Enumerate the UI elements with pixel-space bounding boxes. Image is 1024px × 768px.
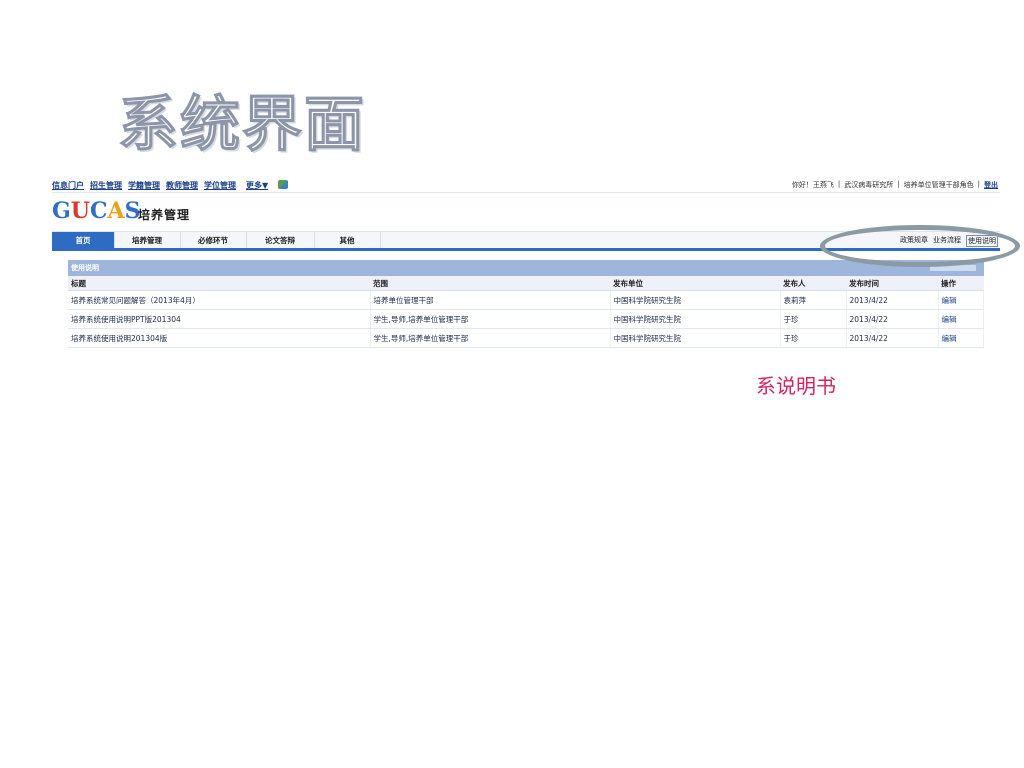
user-org: 武汉病毒研究所 (844, 181, 894, 189)
logo-subtitle: 培养管理 (138, 208, 191, 222)
divider (52, 192, 1000, 193)
gucas-logo: GUCAS (52, 198, 141, 224)
tab-required[interactable]: 必修环节 (180, 232, 247, 249)
edit-link[interactable]: 编辑 (938, 328, 984, 348)
cell-date: 2013/4/22 (846, 290, 939, 310)
highlight-ellipse (820, 225, 1020, 267)
tab-thesis[interactable]: 论文答辩 (246, 232, 315, 249)
cell-author: 于珍 (780, 309, 847, 329)
col-date: 发布时间 (846, 276, 938, 291)
cell-publisher: 中国科学院研究生院 (610, 328, 781, 348)
nav-portal[interactable]: 信息门户 (52, 180, 84, 191)
table-row: 培养系统使用说明PPT版201304 学生,导师,培养单位管理干部 中国科学院研… (68, 309, 984, 329)
col-publisher: 发布单位 (610, 276, 780, 291)
col-title: 标题 (68, 276, 370, 291)
cell-title[interactable]: 培养系统使用说明PPT版201304 (68, 309, 371, 329)
table-header-row: 标题 范围 发布单位 发布人 发布时间 操作 (68, 276, 984, 291)
tab-home[interactable]: 首页 (52, 232, 115, 249)
cell-title[interactable]: 培养系统常见问题解答（2013年4月） (68, 290, 371, 310)
table-row: 培养系统使用说明201304版 学生,导师,培养单位管理干部 中国科学院研究生院… (68, 328, 984, 348)
cell-scope: 学生,导师,培养单位管理干部 (370, 309, 611, 329)
slide-caption: 系说明书 (756, 374, 836, 398)
cell-author: 袁莉萍 (780, 290, 847, 310)
edit-link[interactable]: 编辑 (938, 290, 984, 310)
manual-table: 标题 范围 发布单位 发布人 发布时间 操作 培养系统常见问题解答（2013年4… (68, 276, 984, 348)
cell-publisher: 中国科学院研究生院 (610, 309, 781, 329)
nav-more[interactable]: 更多▼ (246, 180, 268, 191)
nav-teachers[interactable]: 教师管理 (166, 180, 198, 191)
cell-publisher: 中国科学院研究生院 (610, 290, 781, 310)
cell-date: 2013/4/22 (846, 328, 939, 348)
user-role: 培养单位管理干部角色 (903, 181, 974, 189)
greeting: 你好！王燕飞 (791, 181, 834, 189)
panel-title: 使用说明 (71, 264, 99, 272)
cell-date: 2013/4/22 (846, 309, 939, 329)
tab-training[interactable]: 培养管理 (114, 232, 181, 249)
nav-degree[interactable]: 学位管理 (204, 180, 236, 191)
tab-other[interactable]: 其他 (314, 232, 381, 249)
logout-link[interactable]: 登出 (984, 180, 998, 190)
cell-title[interactable]: 培养系统使用说明201304版 (68, 328, 371, 348)
cell-scope: 培养单位管理干部 (370, 290, 611, 310)
cell-scope: 学生,导师,培养单位管理干部 (370, 328, 611, 348)
nav-registry[interactable]: 学籍管理 (128, 180, 160, 191)
tree-icon[interactable] (278, 180, 289, 189)
col-action: 操作 (938, 276, 984, 291)
col-author: 发布人 (780, 276, 846, 291)
screenshot-frame: 信息门户 招生管理 学籍管理 教师管理 学位管理 更多▼ 你好！王燕飞 | 武汉病… (52, 176, 1000, 356)
slide-title: 系统界面 (117, 89, 366, 160)
nav-admissions[interactable]: 招生管理 (90, 180, 122, 191)
top-nav: 信息门户 招生管理 学籍管理 教师管理 学位管理 更多▼ (52, 180, 289, 191)
col-scope: 范围 (370, 276, 610, 291)
cell-author: 于珍 (780, 328, 847, 348)
user-bar: 你好！王燕飞 | 武汉病毒研究所 | 培养单位管理干部角色 | 登出 (791, 180, 998, 190)
table-row: 培养系统常见问题解答（2013年4月） 培养单位管理干部 中国科学院研究生院 袁… (68, 290, 984, 310)
edit-link[interactable]: 编辑 (938, 309, 984, 329)
manual-panel: 使用说明 标题 范围 发布单位 发布人 发布时间 操作 培养系统常见问题解答（2… (68, 260, 984, 348)
panel-header: 使用说明 (68, 260, 984, 276)
